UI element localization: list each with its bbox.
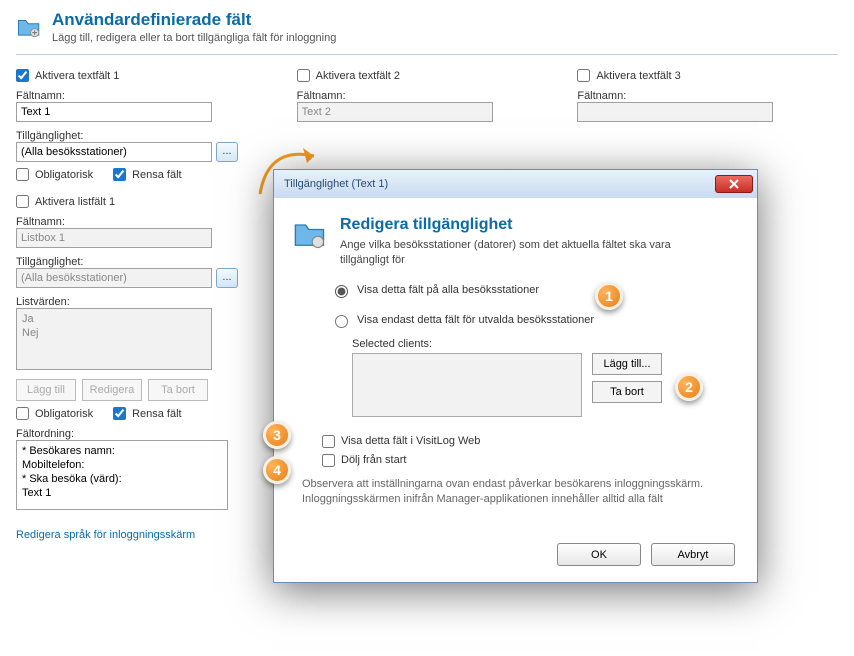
- availability-label-1: Tillgänglighet:: [16, 130, 277, 142]
- availability-ellipsis-button-1[interactable]: ...: [216, 142, 238, 162]
- dialog-titlebar: Tillgänglighet (Text 1): [274, 170, 757, 198]
- activate-textfield-3-label: Aktivera textfält 3: [596, 70, 680, 82]
- selected-clients-remove-button[interactable]: Ta bort: [592, 381, 662, 403]
- selected-clients-label: Selected clients:: [352, 338, 432, 350]
- hide-from-start-label: Dölj från start: [341, 454, 406, 466]
- activate-textfield-1-checkbox[interactable]: [16, 69, 29, 82]
- fieldname-label-1: Fältnamn:: [16, 90, 277, 102]
- dialog-ok-button[interactable]: OK: [557, 543, 641, 566]
- listfield-clear-checkbox[interactable]: [113, 407, 126, 420]
- field-order-label: Fältordning:: [16, 428, 277, 440]
- radio-show-all-label: Visa detta fält på alla besöksstationer: [357, 284, 539, 296]
- listfield-avail-value: [16, 268, 212, 288]
- activate-textfield-1-label: Aktivera textfält 1: [35, 70, 119, 82]
- listvalues-box: Ja Nej: [16, 308, 212, 370]
- clear-label-1: Rensa fält: [132, 169, 182, 181]
- activate-listfield-1-checkbox[interactable]: [16, 195, 29, 208]
- listfield-name-label: Fältnamn:: [16, 216, 277, 228]
- listfield-remove-button[interactable]: Ta bort: [148, 379, 208, 401]
- fieldname-label-3: Fältnamn:: [577, 90, 838, 102]
- dialog-note: Observera att inställningarna ovan endas…: [302, 477, 739, 508]
- show-in-web-checkbox[interactable]: [322, 435, 335, 448]
- listfield-name-input: [16, 228, 212, 248]
- show-in-web-label: Visa detta fält i VisitLog Web: [341, 435, 480, 447]
- dialog-cancel-button[interactable]: Avbryt: [651, 543, 735, 566]
- edit-language-link[interactable]: Redigera språk för inloggningsskärm: [16, 529, 195, 541]
- availability-dialog: Tillgänglighet (Text 1) Redigera tillgän…: [273, 169, 758, 583]
- listvalues-label: Listvärden:: [16, 296, 277, 308]
- radio-show-selected-label: Visa endast detta fält för utvalda besök…: [357, 314, 594, 326]
- availability-value-1: [16, 142, 212, 162]
- dialog-desc: Ange vilka besöksstationer (datorer) som…: [340, 238, 710, 268]
- fieldname-label-2: Fältnamn:: [297, 90, 558, 102]
- listfield-mandatory-checkbox[interactable]: [16, 407, 29, 420]
- hide-from-start-checkbox[interactable]: [322, 454, 335, 467]
- page-subtitle: Lägg till, redigera eller ta bort tillgä…: [52, 32, 336, 44]
- dialog-heading: Redigera tillgänglighet: [340, 216, 710, 234]
- mandatory-label-1: Obligatorisk: [35, 169, 93, 181]
- field-order-box[interactable]: * Besökares namn: Mobiltelefon: * Ska be…: [16, 440, 228, 510]
- selected-clients-listbox[interactable]: [352, 353, 582, 417]
- activate-listfield-1-label: Aktivera listfält 1: [35, 196, 115, 208]
- listfield-avail-ellipsis-button[interactable]: ...: [216, 268, 238, 288]
- fieldname-input-3: [577, 102, 773, 122]
- listfield-edit-button[interactable]: Redigera: [82, 379, 142, 401]
- listfield-avail-label: Tillgänglighet:: [16, 256, 277, 268]
- selected-clients-add-button[interactable]: Lägg till...: [592, 353, 662, 375]
- radio-show-all[interactable]: [335, 285, 348, 298]
- folder-icon: [16, 14, 42, 40]
- fieldname-input-1[interactable]: [16, 102, 212, 122]
- listfield-clear-label: Rensa fält: [132, 408, 182, 420]
- dialog-title-text: Tillgänglighet (Text 1): [284, 178, 388, 190]
- fieldname-input-2: [297, 102, 493, 122]
- activate-textfield-2-label: Aktivera textfält 2: [316, 70, 400, 82]
- clear-checkbox-1[interactable]: [113, 168, 126, 181]
- listfield-add-button[interactable]: Lägg till: [16, 379, 76, 401]
- radio-show-selected[interactable]: [335, 315, 348, 328]
- page-title: Användardefinierade fält: [52, 10, 336, 30]
- listfield-mandatory-label: Obligatorisk: [35, 408, 93, 420]
- activate-textfield-3-checkbox[interactable]: [577, 69, 590, 82]
- activate-textfield-2-checkbox[interactable]: [297, 69, 310, 82]
- folder-icon: [292, 216, 328, 252]
- mandatory-checkbox-1[interactable]: [16, 168, 29, 181]
- dialog-close-button[interactable]: [715, 175, 753, 193]
- page-header: Användardefinierade fält Lägg till, redi…: [16, 10, 838, 55]
